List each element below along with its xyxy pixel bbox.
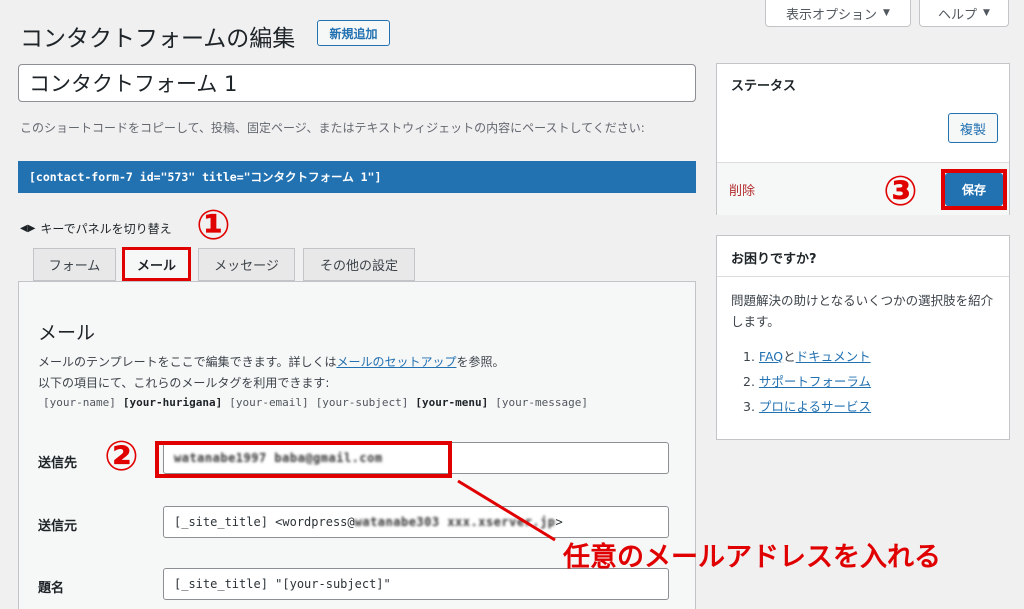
mail-tag: [your-message] — [495, 396, 588, 409]
subject-label: 題名 — [38, 581, 65, 596]
help-description: 問題解決の助けとなるいくつかの選択肢を紹介します。 — [731, 293, 994, 329]
page-title: コンタクトフォームの編集 — [20, 26, 296, 52]
caret-down-icon: ▼ — [883, 8, 890, 18]
list-item: 2. サポートフォーラム — [743, 369, 871, 394]
keyboard-hint: ◀▶ キーでパネルを切り替え — [20, 220, 172, 237]
from-input[interactable]: [_site_title] <wordpress@ watanabe303 xxx… — [163, 506, 669, 538]
annotation-arrow-line — [457, 479, 556, 542]
list-item: 3. プロによるサービス — [743, 394, 871, 419]
screen-options-label: 表示オプション — [786, 7, 878, 23]
mail-tag: [your-name] — [43, 396, 116, 409]
status-actions: 削除 保存 — [717, 162, 1009, 215]
divider — [717, 276, 1009, 277]
help-button[interactable]: ヘルプ ▼ — [919, 0, 1009, 27]
tab-other-settings[interactable]: その他の設定 — [303, 248, 415, 281]
shortcode-description: このショートコードをコピーして、投稿、固定ページ、またはテキストウィジェットの内… — [20, 121, 645, 135]
mail-tag: [your-subject] — [315, 396, 409, 409]
mail-tag: [your-email] — [229, 396, 309, 409]
faq-link[interactable]: FAQ — [759, 349, 783, 364]
mail-description: メールのテンプレートをここで編集できます。詳しくはメールのセットアップを参照。 — [38, 353, 504, 371]
duplicate-button[interactable]: 複製 — [948, 113, 998, 143]
from-value: [_site_title] <wordpress@ — [174, 515, 355, 529]
form-title-input[interactable]: コンタクトフォーム 1 — [18, 64, 696, 102]
save-button[interactable]: 保存 — [945, 173, 1003, 206]
annotation-number-3: ③ — [883, 167, 918, 215]
mail-heading: メール — [38, 322, 96, 344]
help-box: お困りですか? 問題解決の助けとなるいくつかの選択肢を紹介します。 1. FAQ… — [716, 235, 1010, 440]
list-number: 2. — [743, 374, 755, 389]
caret-down-icon: ▼ — [983, 8, 990, 18]
list-item: 1. FAQとドキュメント — [743, 344, 871, 369]
left-right-arrows-icon: ◀▶ — [20, 223, 36, 234]
mail-desc-text: メールのテンプレートをここで編集できます。詳しくは — [38, 355, 337, 369]
status-heading: ステータス — [731, 79, 797, 94]
from-label: 送信元 — [38, 519, 78, 534]
annotation-number-2: ② — [104, 432, 139, 480]
mail-tag: [your-menu] — [415, 396, 489, 409]
to-field-highlight — [155, 441, 452, 478]
mail-tags-list: [your-name] [your-hurigana] [your-email]… — [43, 396, 588, 409]
keyboard-hint-text: キーでパネルを切り替え — [40, 222, 172, 236]
shortcode-field[interactable]: [contact-form-7 id="573" title="コンタクトフォー… — [18, 161, 696, 193]
list-number: 1. — [743, 349, 755, 364]
screen-options-button[interactable]: 表示オプション ▼ — [765, 0, 911, 27]
tab-form[interactable]: フォーム — [33, 248, 116, 281]
status-box: ステータス 複製 削除 保存 — [716, 63, 1010, 215]
annotation-arrow — [457, 479, 556, 542]
pro-services-link[interactable]: プロによるサービス — [759, 399, 871, 414]
support-forum-link[interactable]: サポートフォーラム — [759, 374, 871, 389]
list-number: 3. — [743, 399, 755, 414]
help-heading: お困りですか? — [731, 252, 817, 267]
to-label: 送信先 — [38, 456, 78, 471]
delete-link[interactable]: 削除 — [729, 180, 755, 199]
mail-tags-description: 以下の項目にて、これらのメールタグを利用できます: — [38, 376, 330, 390]
help-label: ヘルプ — [938, 7, 978, 23]
add-new-button[interactable]: 新規追加 — [317, 20, 390, 46]
list-text: と — [783, 349, 796, 364]
help-list: 1. FAQとドキュメント 2. サポートフォーラム 3. プロによるサービス — [743, 344, 871, 419]
annotation-number-1: ① — [196, 201, 231, 249]
mail-desc-text-post: を参照。 — [456, 355, 505, 369]
tab-messages[interactable]: メッセージ — [198, 248, 295, 281]
annotation-note: 任意のメールアドレスを入れる — [563, 542, 941, 573]
tab-mail[interactable]: メール — [122, 247, 191, 281]
documentation-link[interactable]: ドキュメント — [796, 349, 871, 364]
mail-tag: [your-hurigana] — [122, 396, 223, 409]
mail-setup-link[interactable]: メールのセットアップ — [336, 355, 456, 369]
